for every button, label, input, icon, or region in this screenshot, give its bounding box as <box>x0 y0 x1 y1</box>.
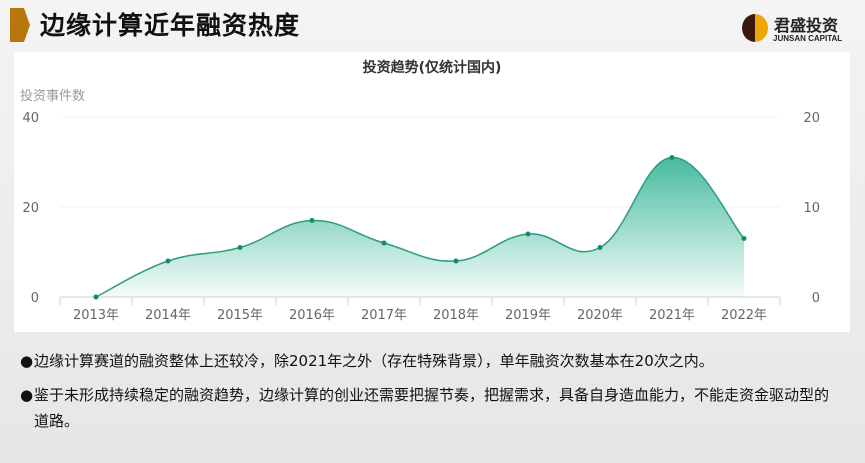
logo-subtext: JUNSAN CAPITAL <box>773 34 843 43</box>
y2-tick-label: 20 <box>803 111 820 126</box>
data-point <box>381 240 387 246</box>
y-tick-label: 40 <box>22 111 39 126</box>
x-tick-label: 2013年 <box>73 308 119 323</box>
logo-text: 君盛投资 <box>774 16 839 35</box>
bullet-item: ● 鉴于未形成持续稳定的融资趋势，边缘计算的创业还需要把握节奏，把握需求，具备自身… <box>20 382 840 434</box>
bullet-icon: ● <box>20 352 34 370</box>
data-point <box>165 258 171 264</box>
x-tick-label: 2018年 <box>433 308 479 323</box>
x-tick-label: 2020年 <box>577 308 623 323</box>
y2-tick-label: 0 <box>812 291 820 306</box>
data-point <box>237 245 243 250</box>
bullet-text: 鉴于未形成持续稳定的融资趋势，边缘计算的创业还需要把握节奏，把握需求，具备自身造… <box>34 386 830 430</box>
x-tick-label: 2022年 <box>721 308 767 323</box>
chart-title: 投资趋势(仅统计国内) <box>363 59 502 76</box>
y-axis-label: 投资事件数 <box>20 88 85 104</box>
page-title: 边缘计算近年融资热度 <box>40 11 301 40</box>
data-point <box>93 294 99 300</box>
x-tick-label: 2017年 <box>361 308 407 323</box>
logo: 君盛投资 JUNSAN CAPITAL <box>742 12 852 48</box>
data-point <box>741 236 747 241</box>
y-tick-label: 20 <box>22 201 39 216</box>
x-tick-label: 2021年 <box>649 308 695 323</box>
data-point <box>309 218 315 223</box>
data-point <box>525 231 531 237</box>
x-tick-label: 2019年 <box>505 308 551 323</box>
x-tick-label: 2016年 <box>289 308 335 323</box>
x-tick-label: 2014年 <box>145 308 191 323</box>
data-point <box>453 258 459 264</box>
bullet-item: ● 边缘计算赛道的融资整体上还较冷，除2021年之外（存在特殊背景），单年融资次数… <box>20 348 840 374</box>
area-chart: 投资趋势(仅统计国内) 投资事件数 0 0 20 10 40 20 2013年 2014年 2015… <box>20 59 820 323</box>
bullet-icon: ● <box>20 386 34 404</box>
bullet-text: 边缘计算赛道的融资整体上还较冷，除2021年之外（存在特殊背景），单年融资次数基… <box>34 352 714 370</box>
y2-tick-label: 10 <box>803 201 820 216</box>
x-tick-label: 2015年 <box>217 308 263 323</box>
data-point <box>669 155 675 160</box>
y-tick-label: 0 <box>31 291 39 306</box>
bullet-list: ● 边缘计算赛道的融资整体上还较冷，除2021年之外（存在特殊背景），单年融资次数… <box>20 348 840 442</box>
title-marker <box>10 8 30 42</box>
data-point <box>597 245 603 250</box>
logo-icon <box>742 14 768 42</box>
chart-card: 投资趋势(仅统计国内) 投资事件数 0 0 20 10 40 20 2013年 2014年 2015… <box>14 52 850 332</box>
